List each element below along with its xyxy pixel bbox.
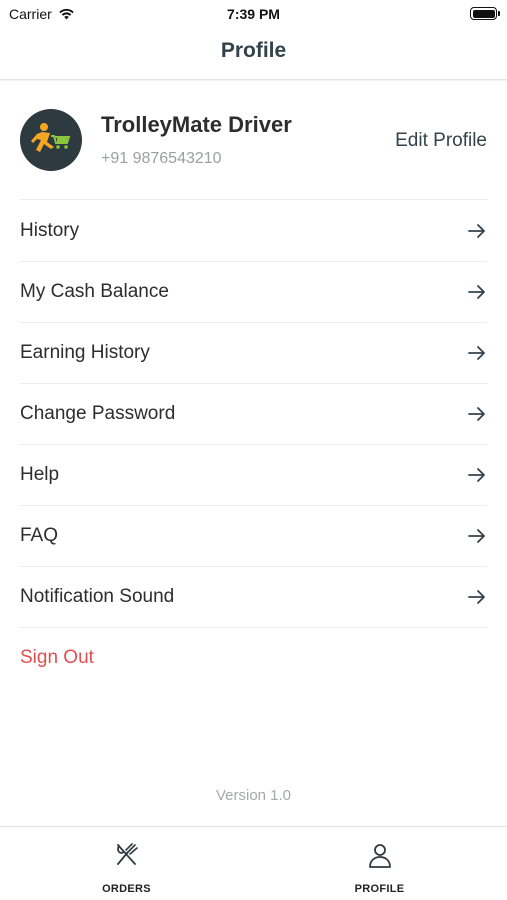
arrow-right-icon [468, 285, 485, 299]
menu-item-history[interactable]: History [20, 201, 487, 262]
avatar [20, 109, 82, 171]
battery-icon [470, 7, 500, 20]
menu-item-notification-sound[interactable]: Notification Sound [20, 567, 487, 628]
menu-item-label: History [20, 220, 80, 241]
profile-phone: +91 9876543210 [101, 150, 222, 167]
fork-knife-icon [116, 843, 138, 865]
menu-item-label: Notification Sound [20, 586, 175, 607]
status-bar: Carrier 7:39 PM [0, 0, 507, 30]
person-icon [368, 844, 391, 868]
arrow-right-icon [468, 529, 485, 543]
tab-bar: ORDERS PROFILE [0, 826, 507, 900]
menu-item-label: Earning History [20, 342, 150, 363]
sign-out-button[interactable]: Sign Out [20, 647, 94, 669]
arrow-right-icon [468, 224, 485, 238]
tab-label: ORDERS [102, 883, 151, 895]
profile-header: TrolleyMate Driver +91 9876543210 Edit P… [20, 100, 487, 200]
menu-item-faq[interactable]: FAQ [20, 506, 487, 567]
menu-item-cash-balance[interactable]: My Cash Balance [20, 262, 487, 323]
arrow-right-icon [468, 407, 485, 421]
menu-item-change-password[interactable]: Change Password [20, 384, 487, 445]
menu-item-label: Help [20, 464, 60, 485]
tab-profile[interactable]: PROFILE [253, 827, 506, 900]
menu-item-label: Change Password [20, 403, 176, 424]
arrow-right-icon [468, 468, 485, 482]
version-label: Version 1.0 [215, 787, 292, 804]
profile-name: TrolleyMate Driver [101, 112, 292, 137]
edit-profile-button[interactable]: Edit Profile [395, 130, 487, 152]
page-title: Profile [220, 39, 287, 62]
status-time: 7:39 PM [227, 6, 280, 22]
battery-fill [472, 9, 495, 18]
menu-item-earning-history[interactable]: Earning History [20, 323, 487, 384]
menu-item-help[interactable]: Help [20, 445, 487, 506]
menu-item-label: FAQ [20, 525, 59, 546]
profile-menu: History My Cash Balance Earning History … [20, 201, 487, 628]
arrow-right-icon [468, 590, 485, 604]
tab-label: PROFILE [354, 883, 405, 895]
menu-item-label: My Cash Balance [20, 281, 169, 302]
nav-bar: Profile [0, 30, 507, 80]
arrow-right-icon [468, 346, 485, 360]
trolleymate-logo-icon [31, 123, 71, 152]
tab-orders[interactable]: ORDERS [0, 827, 253, 900]
battery-cap [498, 11, 500, 16]
